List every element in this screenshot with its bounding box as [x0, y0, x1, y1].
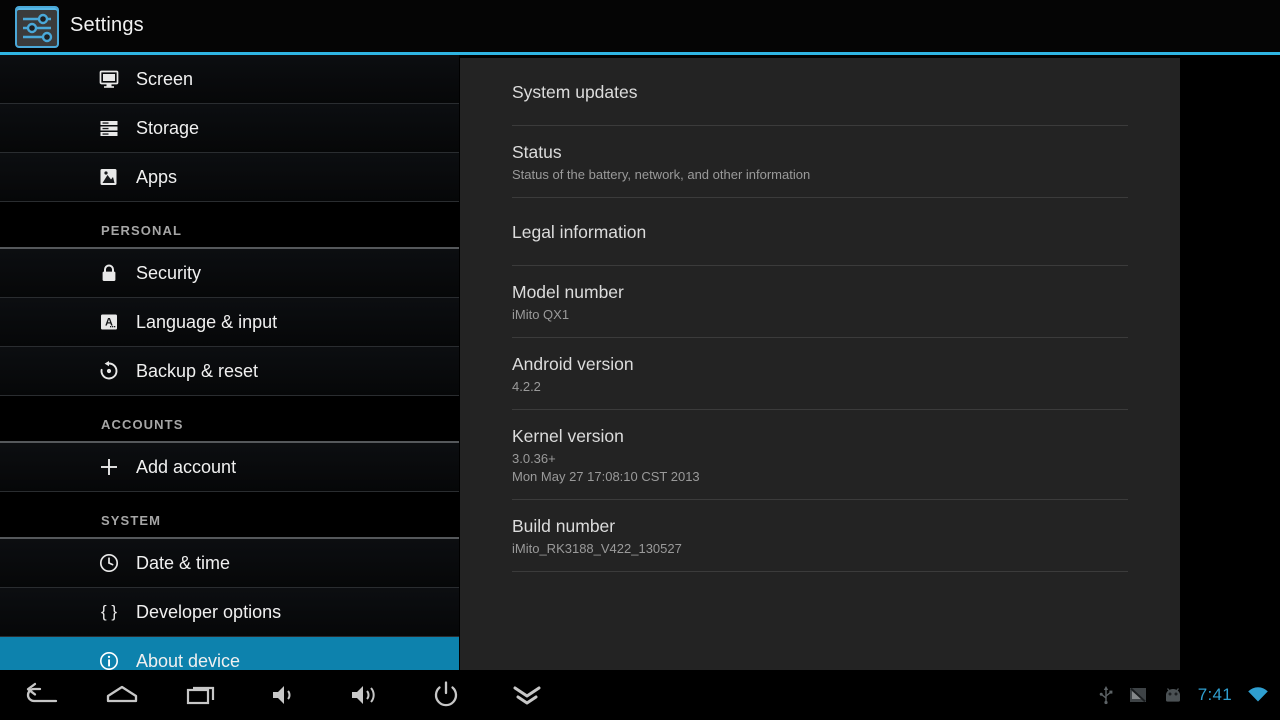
- pref-row[interactable]: Status Status of the battery, network, an…: [512, 126, 1128, 198]
- sidebar-item-backup-reset[interactable]: Backup & reset: [0, 347, 459, 396]
- pref-title: Model number: [512, 282, 624, 302]
- usb-icon: [1098, 685, 1114, 705]
- backup-restore-icon: [98, 360, 132, 382]
- pref-title: System updates: [512, 82, 638, 102]
- sidebar-item-label: About device: [136, 650, 241, 671]
- pref-row[interactable]: System updates: [512, 58, 1128, 126]
- sidebar-item-label: Add account: [136, 456, 237, 477]
- sidebar-section-personal: PERSONAL: [0, 202, 459, 249]
- title-bar: Settings: [0, 0, 1280, 55]
- pref-row[interactable]: Legal information: [512, 198, 1128, 266]
- pref-row[interactable]: Build number iMito_RK3188_V422_130527: [512, 500, 1128, 572]
- status-tray[interactable]: 7:41: [1098, 670, 1270, 720]
- settings-sliders-icon: [15, 6, 59, 48]
- sidebar-item-label: Date & time: [136, 552, 231, 573]
- apps-image-icon: [98, 166, 132, 188]
- sidebar-item-screen[interactable]: Screen: [0, 55, 459, 104]
- about-device-panel: System updates Status Status of the batter…: [460, 58, 1180, 670]
- android-robot-icon: [1162, 686, 1184, 704]
- pref-summary: iMito_RK3188_V422_130527: [512, 541, 682, 556]
- home-icon[interactable]: [81, 670, 162, 720]
- sidebar-item-apps[interactable]: Apps: [0, 153, 459, 202]
- sidebar-section-label: SYSTEM: [101, 513, 162, 528]
- pref-title: Status: [512, 142, 562, 162]
- sidebar-item-security[interactable]: Security: [0, 249, 459, 298]
- lock-icon: [98, 262, 132, 284]
- sidebar-section-system: SYSTEM: [0, 492, 459, 539]
- app-title: Settings: [70, 14, 144, 36]
- sidebar-section-label: ACCOUNTS: [101, 417, 184, 432]
- pref-title: Kernel version: [512, 426, 624, 446]
- sidebar-section-label: PERSONAL: [101, 223, 183, 238]
- pref-title: Android version: [512, 354, 634, 374]
- sidebar-item-language-input[interactable]: A Language & input: [0, 298, 459, 347]
- wifi-icon: [1246, 686, 1270, 704]
- sidebar-item-label: Language & input: [136, 311, 278, 332]
- sidebar-item-label: Developer options: [136, 601, 282, 622]
- navigation-keys: [0, 670, 567, 720]
- sidebar-item-storage[interactable]: Storage: [0, 104, 459, 153]
- pref-summary: iMito QX1: [512, 307, 570, 322]
- clock-icon: [98, 552, 132, 574]
- no-signal-icon: [1128, 685, 1148, 705]
- braces-icon: { }: [98, 601, 132, 623]
- system-bar: 7:41: [0, 670, 1280, 720]
- pref-title: Build number: [512, 516, 616, 536]
- monitor-icon: [98, 68, 132, 90]
- sidebar-item-label: Security: [136, 262, 202, 283]
- pref-summary: Status of the battery, network, and othe…: [512, 167, 811, 182]
- sidebar-item-date-time[interactable]: Date & time: [0, 539, 459, 588]
- hide-navbar-chevron-icon[interactable]: [486, 670, 567, 720]
- recents-icon[interactable]: [162, 670, 243, 720]
- sidebar-item-label: Screen: [136, 68, 194, 89]
- sidebar-item-label: Backup & reset: [136, 360, 259, 381]
- sidebar-section-accounts: ACCOUNTS: [0, 396, 459, 443]
- pref-row[interactable]: Kernel version 3.0.36+ Mon May 27 17:08:10…: [512, 410, 1128, 500]
- svg-text:{ }: { }: [101, 602, 117, 621]
- settings-sidebar: Screen Storage Apps PERSONAL Security A Langua…: [0, 55, 460, 686]
- pref-row[interactable]: Android version 4.2.2: [512, 338, 1128, 410]
- volume-up-icon[interactable]: [324, 670, 405, 720]
- svg-text:A: A: [105, 316, 113, 328]
- sidebar-item-developer-options[interactable]: { } Developer options: [0, 588, 459, 637]
- power-icon[interactable]: [405, 670, 486, 720]
- pref-summary: 4.2.2: [512, 379, 541, 394]
- pref-summary: 3.0.36+ Mon May 27 17:08:10 CST 2013: [512, 451, 700, 484]
- pref-title: Legal information: [512, 222, 647, 242]
- plus-icon: [98, 456, 132, 478]
- sidebar-item-add-account[interactable]: Add account: [0, 443, 459, 492]
- info-circle-icon: [98, 650, 132, 672]
- sidebar-item-label: Storage: [136, 117, 200, 138]
- status-clock: 7:41: [1197, 685, 1232, 704]
- pref-row[interactable]: Model number iMito QX1: [512, 266, 1128, 338]
- volume-down-icon[interactable]: [243, 670, 324, 720]
- back-icon[interactable]: [0, 670, 81, 720]
- language-a-icon: A: [98, 311, 132, 333]
- storage-bars-icon: [98, 117, 132, 139]
- sidebar-item-label: Apps: [136, 166, 178, 187]
